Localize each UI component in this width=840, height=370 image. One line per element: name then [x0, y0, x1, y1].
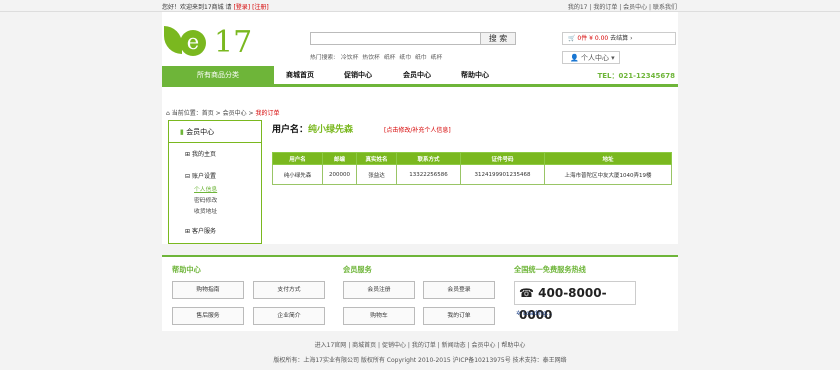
hot-search: 热门搜索: 冷饮杯 热饮杯 纸杯 纸巾 纸巾 纸杯	[310, 52, 446, 61]
sidebar-item-customer-service[interactable]: ⊞ 客户服务	[185, 226, 216, 235]
hot-term[interactable]: 冷饮杯	[341, 55, 358, 61]
hot-search-label: 热门搜索:	[310, 55, 336, 61]
nav-help-center[interactable]: 帮助中心	[461, 66, 489, 84]
hotline-box: ☎ 400-8000-0000	[514, 281, 636, 322]
loading-indicator: ✲ Loading...	[516, 310, 553, 317]
logo-e-badge: e	[180, 30, 206, 56]
hot-term[interactable]: 纸杯	[384, 55, 396, 61]
member-login-button[interactable]: 会员登录	[423, 281, 495, 299]
username-value: 纯小绿先森	[308, 125, 354, 135]
greeting-text: 您好！欢迎来到17商城 请	[162, 4, 232, 11]
hot-term[interactable]: 纸巾	[399, 55, 411, 61]
loading-icon: ✲	[516, 310, 522, 317]
sidebar-sub-password[interactable]: 密码修改	[194, 195, 217, 204]
table-cell: 张益达	[356, 164, 397, 185]
breadcrumb-path[interactable]: 当前位置：首页 > 会员中心 >	[172, 110, 254, 117]
welcome-text: 您好！欢迎来到17商城 请 [登录] [注册]	[162, 2, 269, 11]
search-button[interactable]: 搜 索	[480, 32, 516, 45]
after-sales-button[interactable]: 售后服务	[172, 307, 244, 325]
payment-methods-button[interactable]: 支付方式	[253, 281, 325, 299]
site-logo[interactable]: e 17	[164, 22, 264, 60]
shopping-guide-button[interactable]: 购物指南	[172, 281, 244, 299]
edit-profile-link[interactable]: [点击修改/补充个人信息]	[384, 125, 451, 134]
member-info: 用户名：纯小绿先森 [点击修改/补充个人信息] 用户名 邮编 真实姓名 联系方式…	[272, 120, 672, 240]
hot-term[interactable]: 纸巾	[415, 55, 427, 61]
member-dropdown[interactable]: 👤 个人中心 ▾	[562, 51, 620, 64]
login-link[interactable]: [登录]	[233, 4, 250, 11]
logo-number: 17	[214, 25, 253, 60]
username-heading: 用户名：纯小绿先森	[272, 125, 354, 135]
column-header: 证件号码	[460, 152, 545, 165]
phone-number: TEL：021-12345678	[597, 72, 676, 80]
column-header: 地址	[544, 152, 672, 165]
table-cell: 上海市普陀区中友大厦1040弄19楼	[544, 164, 672, 185]
table-cell: 200000	[322, 164, 357, 185]
column-header: 邮编	[322, 152, 357, 165]
sidebar-title: 会员中心	[186, 128, 215, 136]
member-register-button[interactable]: 会员注册	[343, 281, 415, 299]
sidebar-header: ▮ 会员中心	[169, 121, 261, 143]
table-row: 纯小绿先森 200000 张益达 13322256586 31241999012…	[272, 164, 672, 185]
user-info-table: 用户名 邮编 真实姓名 联系方式 证件号码 地址 纯小绿先森 200000 张益…	[272, 152, 672, 185]
table-header-row: 用户名 邮编 真实姓名 联系方式 证件号码 地址	[272, 152, 672, 165]
column-header: 联系方式	[396, 152, 461, 165]
page-panel: e 17 搜 索 热门搜索: 冷饮杯 热饮杯 纸杯 纸巾 纸巾 纸杯 🛒 0件 ¥ 0.0…	[162, 12, 678, 244]
cart-checkout-link[interactable]: 去结算 ›	[610, 35, 632, 42]
table-cell: 3124199901235468	[460, 164, 545, 185]
breadcrumb: ⌂ 当前位置：首页 > 会员中心 > 我的订单	[166, 108, 279, 117]
all-categories-button[interactable]: 所有商品分类	[162, 66, 274, 87]
phone-icon: ☎	[519, 286, 534, 300]
sidebar-sub-address[interactable]: 收货地址	[194, 206, 217, 215]
hot-term[interactable]: 纸杯	[431, 55, 443, 61]
sidebar-item-account-settings[interactable]: ⊟ 账户设置	[185, 171, 216, 180]
cart-icon: 🛒	[568, 35, 576, 42]
member-sidebar: ▮ 会员中心 ⊞ 我的主页 ⊟ 账户设置 个人信息 密码修改 收货地址 ⊞ 客户…	[168, 120, 262, 244]
footer-panel: 帮助中心 会员服务 全国统一免费服务热线 购物指南 支付方式 售后服务 企业简介…	[162, 255, 678, 331]
member-center-label: 个人中心 ▾	[580, 54, 615, 62]
nav-member-center[interactable]: 会员中心	[403, 66, 431, 84]
nav-promotions[interactable]: 促销中心	[344, 66, 372, 84]
nav-home[interactable]: 商城首页	[286, 66, 314, 84]
main-nav: 所有商品分类 商城首页 促销中心 会员中心 帮助中心 TEL：021-12345…	[162, 66, 678, 87]
hot-term[interactable]: 热饮杯	[362, 55, 379, 61]
sidebar-item-home[interactable]: ⊞ 我的主页	[185, 149, 216, 158]
column-header: 用户名	[272, 152, 323, 165]
help-center-title: 帮助中心	[172, 265, 201, 274]
member-service-title: 会员服务	[343, 265, 372, 274]
top-bar: 您好！欢迎来到17商城 请 [登录] [注册] 我的17 | 我的订单 | 会员…	[0, 0, 840, 12]
shopping-cart-button[interactable]: 购物车	[343, 307, 415, 325]
footer-links[interactable]: 进入17官网 | 商城首页 | 促销中心 | 我的订单 | 新闻动态 | 会员中…	[0, 340, 840, 349]
top-links[interactable]: 我的17 | 我的订单 | 会员中心 | 联系我们	[568, 2, 677, 11]
home-icon: ⌂	[166, 110, 170, 117]
table-cell: 13322256586	[396, 164, 461, 185]
my-orders-button[interactable]: 我的订单	[423, 307, 495, 325]
table-cell: 纯小绿先森	[272, 164, 323, 185]
breadcrumb-current: 我的订单	[255, 110, 280, 117]
company-intro-button[interactable]: 企业简介	[253, 307, 325, 325]
register-link[interactable]: [注册]	[252, 4, 269, 11]
copyright-text: 版权所有：上海17实业有限公司 版权所有 Copyright 2010-2015…	[273, 357, 567, 364]
sidebar-sub-profile[interactable]: 个人信息	[194, 184, 217, 193]
cart-count: 0件	[577, 35, 588, 42]
cup-icon: ▮	[180, 128, 184, 136]
column-header: 真实姓名	[356, 152, 397, 165]
cart-amount: ¥ 0.00	[589, 35, 609, 42]
cart-widget[interactable]: 🛒 0件 ¥ 0.00 去结算 ›	[562, 32, 676, 45]
user-icon: 👤	[570, 54, 579, 62]
hotline-title: 全国统一免费服务热线	[514, 265, 586, 274]
